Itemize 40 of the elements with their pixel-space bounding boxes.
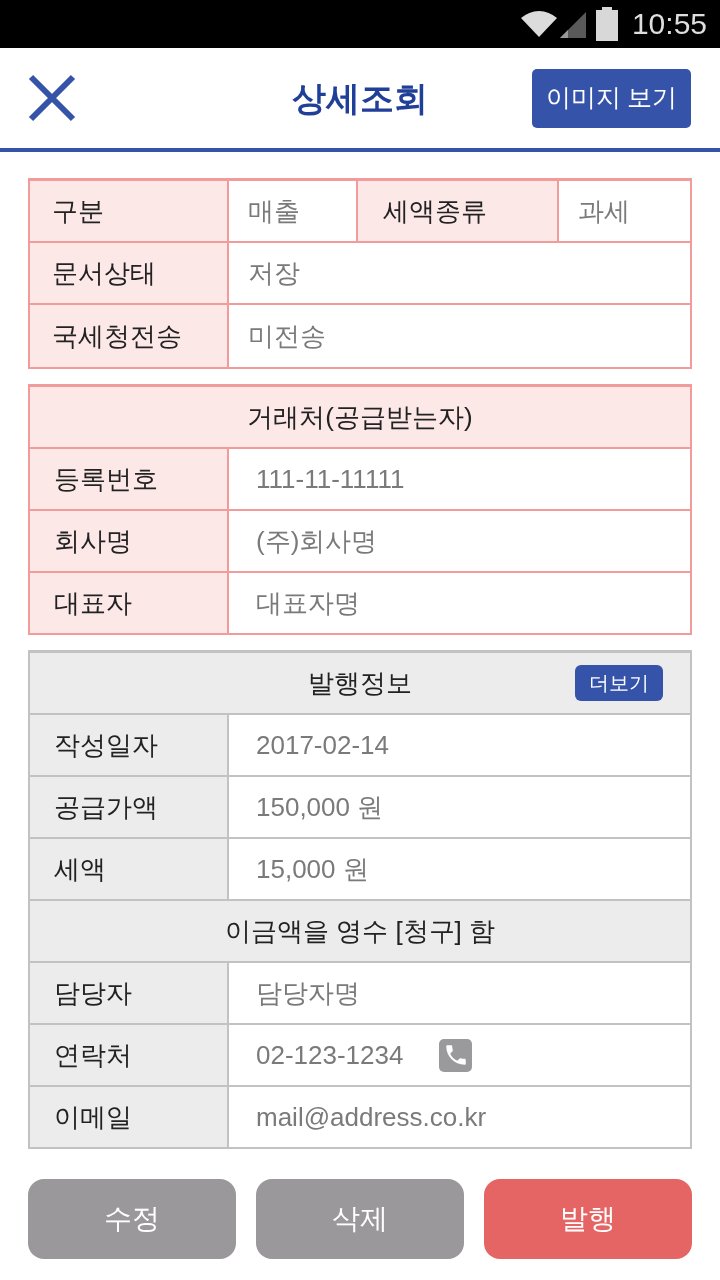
field-value: 담당자명 (256, 976, 360, 1010)
view-image-button[interactable]: 이미지 보기 (532, 68, 691, 128)
field-value: 02-123-1234 (256, 1038, 404, 1072)
phone-icon[interactable] (439, 1038, 473, 1072)
field-value: (주)회사명 (255, 524, 379, 558)
field-value: 과세 (577, 194, 631, 228)
action-button[interactable]: 삭제 (256, 1179, 464, 1259)
battery-icon (595, 7, 618, 41)
action-button[interactable]: 수정 (28, 1179, 236, 1259)
field-value: 미전송 (247, 319, 327, 353)
field-label: 세액 (30, 839, 229, 899)
field-label: 대표자 (30, 573, 229, 633)
field-value: 2017-02-14 (256, 728, 389, 762)
section-title: 거래처(공급받는자) (30, 387, 690, 449)
field-label: 구분 (30, 181, 229, 241)
field-label: 작성일자 (30, 715, 229, 775)
field-label: 등록번호 (30, 449, 229, 509)
field-value: 150,000 원 (256, 790, 384, 824)
wifi-icon (519, 10, 558, 38)
field-label: 이메일 (30, 1087, 229, 1147)
notice-text: 이금액을 영수 [청구] 함 (30, 901, 690, 961)
field-value: mail@address.co.kr (256, 1100, 487, 1134)
field-value: 대표자명 (255, 586, 361, 620)
field-label: 연락처 (30, 1025, 229, 1085)
field-label: 공급가액 (30, 777, 229, 837)
field-label: 문서상태 (30, 243, 229, 303)
field-label: 국세청전송 (30, 305, 229, 367)
section-title: 발행정보 (308, 666, 412, 700)
field-value: 15,000 원 (256, 852, 369, 886)
action-button[interactable]: 발행 (484, 1179, 692, 1259)
close-icon[interactable] (28, 74, 76, 122)
more-button[interactable]: 더보기 (575, 665, 663, 701)
field-value: 저장 (247, 256, 301, 290)
status-time: 10:55 (631, 9, 707, 39)
signal-icon (559, 12, 586, 38)
field-label: 담당자 (30, 963, 229, 1023)
field-label: 세액종류 (358, 181, 559, 241)
field-value: 111-11-11111 (255, 462, 406, 496)
page-title: 상세조회 (292, 77, 428, 119)
field-label: 회사명 (30, 511, 229, 571)
